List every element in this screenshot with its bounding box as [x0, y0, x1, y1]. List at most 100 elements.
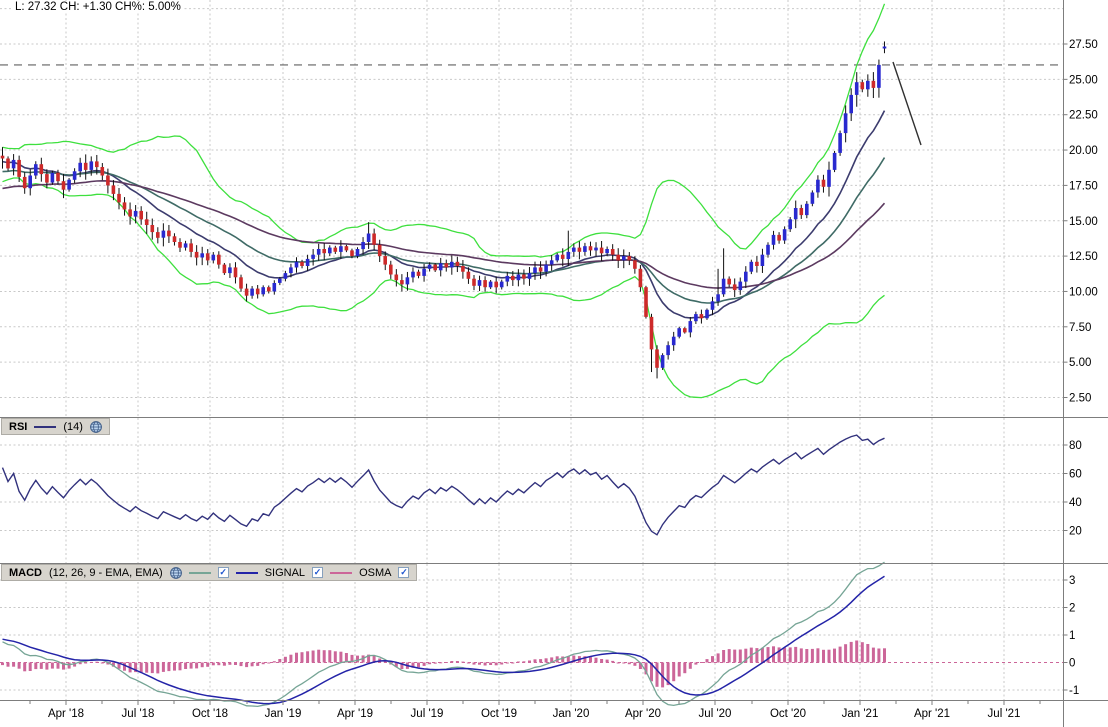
candle	[300, 262, 304, 266]
candle	[106, 176, 110, 186]
candle	[644, 287, 648, 317]
candle	[295, 262, 299, 268]
candle	[250, 289, 254, 296]
globe-icon[interactable]	[90, 421, 102, 433]
candle	[844, 113, 848, 133]
osma-checkbox[interactable]: ✓	[398, 567, 409, 578]
candle	[117, 194, 121, 203]
svg-text:Jul '20: Jul '20	[699, 708, 732, 720]
panel-borders	[0, 0, 1108, 727]
candle	[439, 263, 443, 270]
candle	[128, 209, 132, 216]
candle	[555, 255, 559, 261]
candle	[611, 249, 615, 255]
candle	[239, 277, 243, 288]
candle	[783, 229, 787, 240]
candle	[772, 235, 776, 245]
candle	[855, 82, 859, 95]
candle	[17, 160, 21, 177]
candle	[739, 282, 743, 291]
candle	[450, 262, 454, 268]
axis-labels: 27.5025.0022.5020.0017.5015.0012.5010.00…	[48, 39, 1098, 720]
candle	[378, 245, 382, 256]
candle	[228, 267, 232, 273]
candle	[800, 208, 804, 215]
candle	[56, 173, 60, 182]
svg-text:7.50: 7.50	[1069, 322, 1091, 334]
candle	[350, 250, 354, 256]
ema-52	[3, 181, 885, 288]
chart-canvas[interactable]: 27.5025.0022.5020.0017.5015.0012.5010.00…	[0, 0, 1108, 727]
candle	[711, 301, 715, 310]
candle	[245, 289, 249, 296]
candle	[467, 272, 471, 279]
candle	[461, 266, 465, 272]
candle	[694, 314, 698, 321]
svg-text:80: 80	[1069, 440, 1082, 452]
svg-text:Jul '18: Jul '18	[122, 708, 155, 720]
candle	[428, 265, 432, 269]
signal-checkbox[interactable]: ✓	[312, 567, 323, 578]
rsi-panel-header: RSI (14)	[1, 418, 110, 435]
candle	[339, 246, 343, 252]
svg-text:5.00: 5.00	[1069, 357, 1091, 369]
candle	[284, 273, 288, 279]
svg-text:2: 2	[1069, 603, 1075, 615]
candle	[322, 249, 326, 253]
svg-text:17.50: 17.50	[1069, 180, 1098, 192]
svg-text:3: 3	[1069, 575, 1075, 587]
candle	[189, 243, 193, 252]
candle	[345, 246, 349, 250]
candle	[883, 47, 887, 49]
svg-text:Oct '19: Oct '19	[481, 708, 517, 720]
candle	[650, 317, 654, 350]
macd-checkbox[interactable]: ✓	[218, 567, 229, 578]
svg-text:0: 0	[1069, 658, 1075, 670]
candle	[533, 267, 537, 273]
candle	[306, 259, 310, 266]
rsi-line-swatch	[34, 426, 56, 428]
candle	[794, 208, 798, 219]
candle	[101, 167, 105, 176]
macd-line	[3, 562, 885, 706]
candle	[594, 248, 598, 251]
candle	[877, 65, 881, 88]
svg-text:1: 1	[1069, 630, 1075, 642]
globe-icon[interactable]	[170, 567, 182, 579]
candle	[156, 232, 160, 238]
candle	[67, 180, 71, 190]
candle	[234, 267, 238, 277]
candle	[51, 173, 55, 183]
candle	[666, 345, 670, 355]
candle	[811, 193, 815, 204]
candle	[278, 279, 282, 283]
candle	[727, 279, 731, 285]
candle	[639, 269, 643, 287]
candle	[372, 234, 376, 245]
candle	[500, 282, 504, 288]
candle	[683, 328, 687, 332]
bollinger-upper	[3, 4, 885, 257]
candle	[417, 272, 421, 276]
candle	[700, 314, 704, 318]
svg-text:Apr '18: Apr '18	[48, 708, 84, 720]
candle	[95, 161, 99, 167]
candle	[827, 170, 831, 187]
candle	[522, 275, 526, 279]
candle	[6, 159, 10, 169]
candle	[517, 275, 521, 281]
candle	[256, 289, 260, 295]
candle	[672, 337, 676, 346]
candle	[206, 253, 210, 260]
svg-text:22.50: 22.50	[1069, 110, 1098, 122]
signal-line-swatch	[236, 572, 258, 574]
candle	[805, 204, 809, 215]
candle	[123, 202, 127, 209]
candle	[445, 263, 449, 267]
candle	[90, 161, 94, 170]
candle	[777, 235, 781, 241]
svg-text:Jul '21: Jul '21	[988, 708, 1021, 720]
svg-text:Apr '19: Apr '19	[337, 708, 373, 720]
candle	[661, 355, 665, 368]
candle	[478, 280, 482, 286]
